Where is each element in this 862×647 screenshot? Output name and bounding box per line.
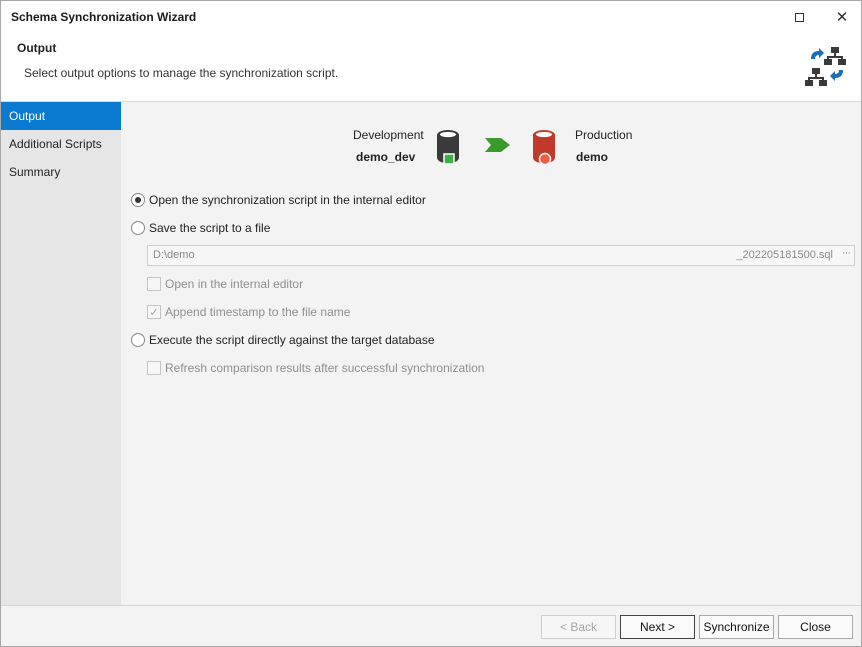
back-button[interactable]: < Back [541,615,616,639]
save-file-option[interactable]: Save the script to a file [131,221,270,235]
browse-button[interactable]: ··· [842,247,851,259]
sync-direction-arrow-icon [485,138,510,152]
save-file-label: Save the script to a file [149,221,271,235]
sidebar-item-output[interactable]: Output [1,102,121,130]
save-file-radio[interactable] [131,221,145,235]
refresh-label: Refresh comparison results after success… [165,361,485,375]
source-database-icon [437,130,459,165]
wizard-footer: < Back Next > Synchronize Close [1,605,861,646]
target-database-name: demo [576,150,609,164]
open-editor-option[interactable]: Open the synchronization script in the i… [131,193,426,207]
close-button[interactable]: Close [778,615,853,639]
close-window-button[interactable]: ✕ [822,1,862,33]
open-internal-label: Open in the internal editor [165,277,304,291]
open-internal-checkbox[interactable] [147,277,161,291]
page-description: Select output options to manage the sync… [24,66,339,80]
maximize-icon [794,12,804,22]
open-internal-option[interactable]: Open in the internal editor [147,277,303,291]
refresh-option[interactable]: Refresh comparison results after success… [147,361,484,375]
target-database-icon [533,130,555,166]
schema-sync-icon [805,47,846,86]
wizard-header: Output Select output options to manage t… [1,33,861,102]
next-button[interactable]: Next > [620,615,695,639]
file-path-field[interactable]: D:\demo _202205181500.sql ··· [147,245,855,266]
source-database-name: demo_dev [356,150,416,164]
close-icon: ✕ [835,8,849,26]
execute-label: Execute the script directly against the … [149,333,435,347]
file-name-suffix: _202205181500.sql [736,249,833,261]
open-editor-radio[interactable] [131,193,145,207]
source-label: Development [353,128,424,142]
execute-radio[interactable] [131,333,145,347]
append-timestamp-label: Append timestamp to the file name [165,305,351,319]
open-editor-label: Open the synchronization script in the i… [149,193,426,207]
append-timestamp-option[interactable]: ✓ Append timestamp to the file name [147,305,350,319]
maximize-button[interactable] [779,1,819,33]
wizard-sidebar: Output Additional Scripts Summary [1,102,121,605]
page-title: Output [17,41,57,55]
execute-option[interactable]: Execute the script directly against the … [131,333,435,347]
target-label: Production [575,128,633,142]
refresh-checkbox[interactable] [147,361,161,375]
append-timestamp-checkbox[interactable]: ✓ [147,305,161,319]
sidebar-item-summary[interactable]: Summary [1,158,121,186]
file-path-value: D:\demo [153,249,195,261]
title-bar: Schema Synchronization Wizard ✕ [1,1,861,33]
window-title: Schema Synchronization Wizard [11,10,197,24]
output-panel: Development demo_dev Production demo Ope… [121,102,861,605]
wizard-window: Schema Synchronization Wizard ✕ Output S… [0,0,862,647]
sidebar-item-additional-scripts[interactable]: Additional Scripts [1,130,121,158]
synchronize-button[interactable]: Synchronize [699,615,774,639]
